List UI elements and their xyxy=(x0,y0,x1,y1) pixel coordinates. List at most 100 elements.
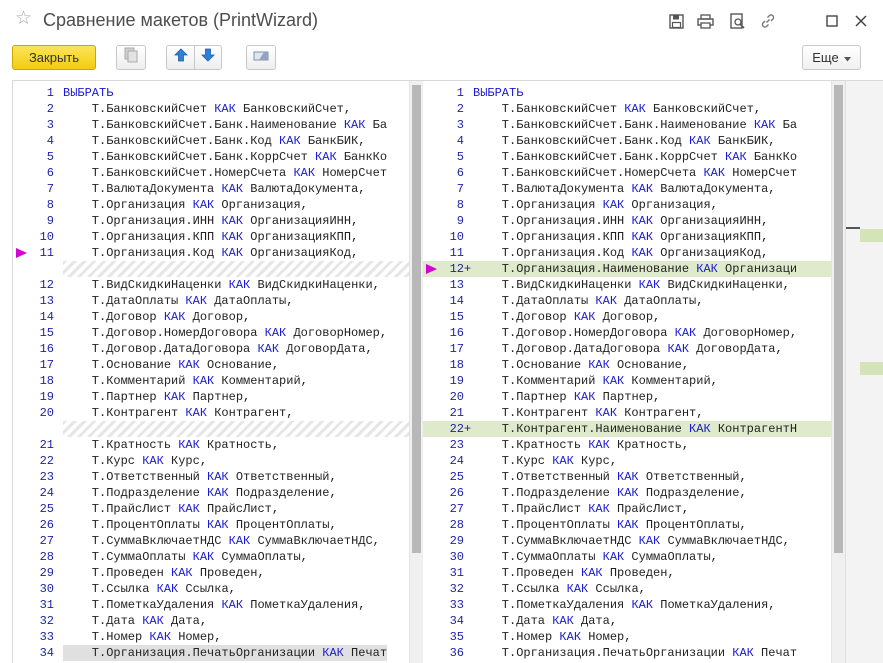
next-diff-button[interactable] xyxy=(194,46,220,69)
code-text: Т.БанковскийСчет.Банк.Наименование КАК Б… xyxy=(473,118,798,132)
code-line[interactable]: 11 Т.Организация.Код КАК ОрганизацияКод, xyxy=(13,245,409,261)
code-line[interactable]: 25 Т.Ответственный КАК Ответственный, xyxy=(423,469,831,485)
left-scrollbar[interactable] xyxy=(409,81,423,663)
code-line[interactable]: 21 Т.Кратность КАК Кратность, xyxy=(13,437,409,453)
overview-diff-mark[interactable] xyxy=(860,362,883,375)
code-line[interactable]: 31 Т.ПометкаУдаления КАК ПометкаУдаления… xyxy=(13,597,409,613)
code-line[interactable]: 10 Т.Организация.КПП КАК ОрганизацияКПП, xyxy=(423,229,831,245)
missing-line-placeholder[interactable] xyxy=(13,421,409,437)
line-number: 22 xyxy=(449,422,464,436)
code-line[interactable]: 19 Т.Комментарий КАК Комментарий, xyxy=(423,373,831,389)
code-line[interactable]: 35 Т.Номер КАК Номер, xyxy=(423,629,831,645)
added-code-line[interactable]: 12 + Т.Организация.Наименование КАК Орган… xyxy=(423,261,831,277)
code-line[interactable]: 23 Т.Кратность КАК Кратность, xyxy=(423,437,831,453)
line-number: 34 xyxy=(449,614,464,628)
code-line[interactable]: 28 Т.СуммаОплаты КАК СуммаОплаты, xyxy=(13,549,409,565)
left-scrollbar-thumb[interactable] xyxy=(412,85,421,553)
code-line[interactable]: 32 Т.Ссылка КАК Ссылка, xyxy=(423,581,831,597)
code-line[interactable]: 7 Т.ВалютаДокумента КАК ВалютаДокумента, xyxy=(13,181,409,197)
code-line[interactable]: 4 Т.БанковскийСчет.Банк.Код КАК БанкБИК, xyxy=(423,133,831,149)
code-line[interactable]: 14 Т.Договор КАК Договор, xyxy=(13,309,409,325)
code-line[interactable]: 10 Т.Организация.КПП КАК ОрганизацияКПП, xyxy=(13,229,409,245)
code-line[interactable]: 8 Т.Организация КАК Организация, xyxy=(423,197,831,213)
code-line[interactable]: 24 Т.Подразделение КАК Подразделение, xyxy=(13,485,409,501)
code-line[interactable]: 7 Т.ВалютаДокумента КАК ВалютаДокумента, xyxy=(423,181,831,197)
left-pane[interactable]: 1 ВЫБРАТЬ 2 Т.БанковскийСчет КАК Банковски… xyxy=(13,81,409,663)
preview-icon[interactable] xyxy=(728,12,746,30)
code-text: Т.БанковскийСчет.Банк.КоррСчет КАК БанкК… xyxy=(63,150,388,164)
code-line[interactable]: 30 Т.СуммаОплаты КАК СуммаОплаты, xyxy=(423,549,831,565)
code-line[interactable]: 2 Т.БанковскийСчет КАК БанковскийСчет, xyxy=(13,101,409,117)
added-code-line[interactable]: 22 + Т.Контрагент.Наименование КАК Контра… xyxy=(423,421,831,437)
code-line[interactable]: 12 Т.ВидСкидкиНаценки КАК ВидСкидкиНацен… xyxy=(13,277,409,293)
diff-overview-bar[interactable] xyxy=(845,81,883,663)
code-line[interactable]: 19 Т.Партнер КАК Партнер, xyxy=(13,389,409,405)
code-line[interactable]: 26 Т.ПроцентОплаты КАК ПроцентОплаты, xyxy=(13,517,409,533)
code-line[interactable]: 25 Т.ПрайсЛист КАК ПрайсЛист, xyxy=(13,501,409,517)
code-line[interactable]: 23 Т.Ответственный КАК Ответственный, xyxy=(13,469,409,485)
code-line[interactable]: 8 Т.Организация КАК Организация, xyxy=(13,197,409,213)
overview-diff-mark[interactable] xyxy=(860,229,883,242)
right-scrollbar-thumb[interactable] xyxy=(834,85,843,553)
code-line[interactable]: 34 Т.Организация.ПечатьОрганизации КАК П… xyxy=(13,645,409,661)
code-line[interactable]: 14 Т.ДатаОплаты КАК ДатаОплаты, xyxy=(423,293,831,309)
code-line[interactable]: 17 Т.Договор.ДатаДоговора КАК ДоговорДат… xyxy=(423,341,831,357)
code-line[interactable]: 16 Т.Договор.ДатаДоговора КАК ДоговорДат… xyxy=(13,341,409,357)
more-button[interactable]: Еще xyxy=(802,45,861,70)
close-button[interactable]: Закрыть xyxy=(12,45,96,70)
print-icon[interactable] xyxy=(696,12,714,30)
code-line[interactable]: 9 Т.Организация.ИНН КАК ОрганизацияИНН, xyxy=(423,213,831,229)
code-line[interactable]: 24 Т.Курс КАК Курс, xyxy=(423,453,831,469)
code-line[interactable]: 21 Т.Контрагент КАК Контрагент, xyxy=(423,405,831,421)
close-icon[interactable] xyxy=(852,12,870,30)
code-line[interactable]: 16 Т.Договор.НомерДоговора КАК ДоговорНо… xyxy=(423,325,831,341)
code-line[interactable]: 6 Т.БанковскийСчет.НомерСчета КАК НомерС… xyxy=(423,165,831,181)
eraser-icon xyxy=(253,49,269,67)
code-line[interactable]: 6 Т.БанковскийСчет.НомерСчета КАК НомерС… xyxy=(13,165,409,181)
maximize-icon[interactable] xyxy=(823,12,841,30)
code-line[interactable]: 26 Т.Подразделение КАК Подразделение, xyxy=(423,485,831,501)
code-line[interactable]: 28 Т.ПроцентОплаты КАК ПроцентОплаты, xyxy=(423,517,831,533)
code-line[interactable]: 20 Т.Партнер КАК Партнер, xyxy=(423,389,831,405)
code-line[interactable]: 11 Т.Организация.Код КАК ОрганизацияКод, xyxy=(423,245,831,261)
code-line[interactable]: 4 Т.БанковскийСчет.Банк.Код КАК БанкБИК, xyxy=(13,133,409,149)
code-line[interactable]: 15 Т.Договор.НомерДоговора КАК ДоговорНо… xyxy=(13,325,409,341)
code-line[interactable]: 31 Т.Проведен КАК Проведен, xyxy=(423,565,831,581)
code-line[interactable]: 29 Т.СуммаВключаетНДС КАК СуммаВключаетН… xyxy=(423,533,831,549)
code-line[interactable]: 3 Т.БанковскийСчет.Банк.Наименование КАК… xyxy=(13,117,409,133)
code-line[interactable]: 22 Т.Курс КАК Курс, xyxy=(13,453,409,469)
code-line[interactable]: 32 Т.Дата КАК Дата, xyxy=(13,613,409,629)
missing-line-placeholder[interactable] xyxy=(13,261,409,277)
code-line[interactable]: 30 Т.Ссылка КАК Ссылка, xyxy=(13,581,409,597)
code-line[interactable]: 5 Т.БанковскийСчет.Банк.КоррСчет КАК Бан… xyxy=(423,149,831,165)
line-number: 34 xyxy=(39,646,54,660)
code-line[interactable]: 18 Т.Комментарий КАК Комментарий, xyxy=(13,373,409,389)
code-line[interactable]: 20 Т.Контрагент КАК Контрагент, xyxy=(13,405,409,421)
code-line[interactable]: 5 Т.БанковскийСчет.Банк.КоррСчет КАК Бан… xyxy=(13,149,409,165)
right-scrollbar[interactable] xyxy=(831,81,845,663)
link-icon[interactable] xyxy=(759,12,777,30)
code-line[interactable]: 3 Т.БанковскийСчет.Банк.Наименование КАК… xyxy=(423,117,831,133)
code-line[interactable]: 17 Т.Основание КАК Основание, xyxy=(13,357,409,373)
code-line[interactable]: 33 Т.ПометкаУдаления КАК ПометкаУдаления… xyxy=(423,597,831,613)
save-icon[interactable] xyxy=(667,12,685,30)
erase-button[interactable] xyxy=(246,45,276,70)
code-line[interactable]: 1 ВЫБРАТЬ xyxy=(13,85,409,101)
code-line[interactable]: 1 ВЫБРАТЬ xyxy=(423,85,831,101)
star-icon[interactable]: ☆ xyxy=(15,9,32,29)
right-pane[interactable]: 1 ВЫБРАТЬ 2 Т.БанковскийСчет КАК Банковски… xyxy=(423,81,831,663)
code-line[interactable]: 9 Т.Организация.ИНН КАК ОрганизацияИНН, xyxy=(13,213,409,229)
code-line[interactable]: 18 Т.Основание КАК Основание, xyxy=(423,357,831,373)
copy-button[interactable] xyxy=(116,45,146,70)
code-line[interactable]: 29 Т.Проведен КАК Проведен, xyxy=(13,565,409,581)
code-line[interactable]: 13 Т.ВидСкидкиНаценки КАК ВидСкидкиНацен… xyxy=(423,277,831,293)
code-line[interactable]: 2 Т.БанковскийСчет КАК БанковскийСчет, xyxy=(423,101,831,117)
code-line[interactable]: 27 Т.ПрайсЛист КАК ПрайсЛист, xyxy=(423,501,831,517)
code-line[interactable]: 13 Т.ДатаОплаты КАК ДатаОплаты, xyxy=(13,293,409,309)
code-line[interactable]: 33 Т.Номер КАК Номер, xyxy=(13,629,409,645)
code-line[interactable]: 27 Т.СуммаВключаетНДС КАК СуммаВключаетН… xyxy=(13,533,409,549)
previous-diff-button[interactable] xyxy=(168,46,194,69)
code-line[interactable]: 34 Т.Дата КАК Дата, xyxy=(423,613,831,629)
code-line[interactable]: 36 Т.Организация.ПечатьОрганизации КАК П… xyxy=(423,645,831,661)
code-line[interactable]: 15 Т.Договор КАК Договор, xyxy=(423,309,831,325)
